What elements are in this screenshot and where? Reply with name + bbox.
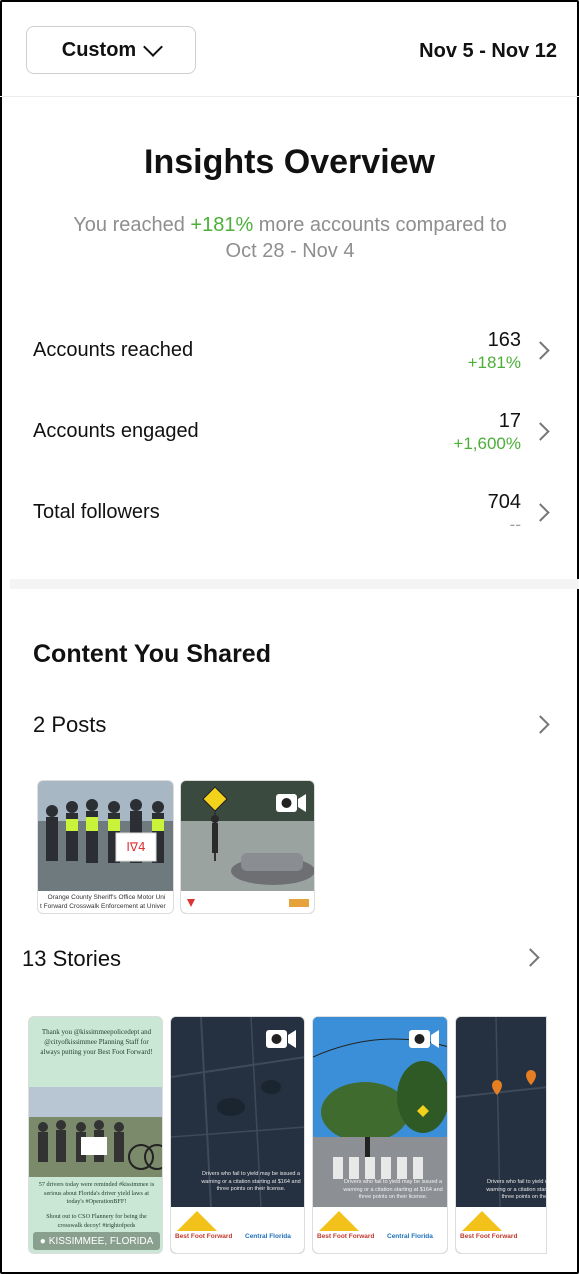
post-thumbnail[interactable] bbox=[180, 780, 315, 914]
subtitle-suffix: more accounts compared to bbox=[253, 214, 507, 236]
story-thumbnail[interactable]: Drivers who fail to yield may be issued … bbox=[455, 1016, 547, 1254]
date-range-dropdown-label: Custom bbox=[61, 38, 137, 61]
best-foot-forward-logo-icon bbox=[462, 1211, 502, 1231]
subtitle-prefix: You reached bbox=[73, 214, 191, 236]
chevron-right-icon bbox=[521, 948, 540, 967]
logo-bff-label: Best Foot Forward bbox=[460, 1233, 518, 1240]
posts-row[interactable]: 2 Posts bbox=[0, 700, 579, 750]
chevron-right-icon bbox=[531, 715, 550, 734]
story-warning-text: Drivers who fail to yield may be issued … bbox=[343, 1179, 443, 1200]
chevron-right-icon bbox=[531, 341, 550, 360]
story-logos-strip: Best Foot Forward Central Florida bbox=[171, 1207, 304, 1253]
story-warning-text: Drivers who fail to yield may be issued … bbox=[201, 1171, 301, 1192]
logo-bff-label: Best Foot Forward bbox=[175, 1233, 233, 1240]
section-divider bbox=[10, 579, 579, 589]
date-range-text: Nov 5 - Nov 12 bbox=[419, 40, 557, 62]
metric-value: 704 bbox=[487, 491, 521, 513]
subtitle-comparison-range: Oct 28 - Nov 4 bbox=[225, 240, 355, 262]
story-thumbnail[interactable]: Drivers who fail to yield may be issued … bbox=[312, 1016, 448, 1254]
post-caption-line-1: Orange County Sheriff's Office Motor Uni bbox=[47, 894, 166, 901]
metric-value: 17 bbox=[498, 410, 521, 432]
posts-count-label: 2 Posts bbox=[33, 712, 107, 737]
metric-value: 163 bbox=[487, 329, 521, 351]
page-title: Insights Overview bbox=[144, 143, 435, 181]
svg-text:I∇4: I∇4 bbox=[126, 840, 145, 854]
date-range-dropdown[interactable]: Custom bbox=[26, 26, 196, 74]
metric-label: Total followers bbox=[33, 501, 160, 523]
chevron-right-icon bbox=[531, 503, 550, 522]
post-thumbnail[interactable]: I∇4 Orange County Sheriff's Office Motor… bbox=[37, 780, 174, 914]
metric-change: -- bbox=[509, 515, 521, 534]
logo-bikewalk-label: Central Florida bbox=[245, 1233, 291, 1240]
metric-row-total-followers[interactable]: Total followers 704 -- bbox=[0, 491, 579, 551]
top-bar: Custom Nov 5 - Nov 12 bbox=[0, 0, 579, 97]
overview-subtitle: You reached +181% more accounts compared… bbox=[50, 212, 530, 264]
metric-change: +181% bbox=[467, 353, 521, 372]
video-camera-icon bbox=[276, 794, 306, 812]
logo-bff-label: Best Foot Forward bbox=[317, 1233, 375, 1240]
story-group-photo bbox=[29, 1087, 162, 1177]
chevron-down-icon bbox=[143, 37, 164, 57]
metric-label: Accounts reached bbox=[33, 339, 194, 361]
subtitle-highlight: +181% bbox=[190, 214, 254, 236]
best-foot-forward-logo-icon bbox=[319, 1211, 359, 1231]
story-warning-text: Drivers who fail to yield may be issued … bbox=[486, 1179, 547, 1200]
metric-change: +1,600% bbox=[453, 434, 521, 453]
story-text-mid: 57 drivers today were reminded #kissimme… bbox=[38, 1181, 155, 1205]
story-thumbnail[interactable]: Thank you @kissimmeepolicedept and @city… bbox=[28, 1016, 163, 1254]
location-sticker: ● KISSIMMEE, FLORIDA bbox=[33, 1232, 160, 1250]
story-text-bottom: Shout out to CSO Flannery for being the … bbox=[46, 1213, 147, 1229]
story-thumbnail[interactable]: Drivers who fail to yield may be issued … bbox=[170, 1016, 305, 1254]
metric-label: Accounts engaged bbox=[33, 420, 199, 442]
logo-bikewalk-label: Central Florida bbox=[387, 1233, 433, 1240]
location-pin-icon: ● bbox=[39, 1235, 46, 1247]
best-foot-forward-logo-icon bbox=[177, 1211, 217, 1231]
story-logos-strip: Best Foot Forward Central Florida bbox=[313, 1207, 447, 1253]
post-caption-line-2: t Forward Crosswalk Enforcement at Unive… bbox=[40, 903, 166, 910]
metric-row-accounts-reached[interactable]: Accounts reached 163 +181% bbox=[0, 329, 579, 389]
chevron-right-icon bbox=[531, 422, 550, 441]
stories-count-label: 13 Stories bbox=[22, 946, 122, 971]
story-logos-strip: Best Foot Forward bbox=[456, 1207, 546, 1253]
story-text-top: Thank you @kissimmeepolicedept and @city… bbox=[40, 1028, 153, 1056]
content-section-title: Content You Shared bbox=[33, 640, 271, 668]
stories-row[interactable]: 13 Stories bbox=[0, 935, 579, 985]
metric-row-accounts-engaged[interactable]: Accounts engaged 17 +1,600% bbox=[0, 410, 579, 470]
location-label: KISSIMMEE, FLORIDA bbox=[48, 1235, 154, 1247]
video-camera-icon bbox=[409, 1030, 439, 1048]
video-camera-icon bbox=[266, 1030, 296, 1048]
